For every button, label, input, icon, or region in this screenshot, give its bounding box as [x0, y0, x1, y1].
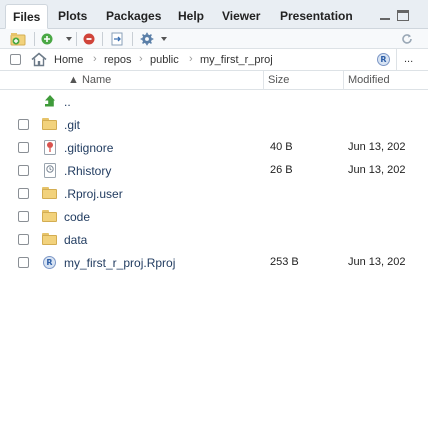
table-row: .Rproj.user: [0, 182, 428, 205]
tab-viewer[interactable]: Viewer: [215, 4, 267, 29]
home-icon[interactable]: [31, 52, 47, 67]
column-header-size[interactable]: Size: [268, 74, 289, 86]
file-size: 26 B: [270, 164, 293, 176]
files-toolbar: [0, 29, 428, 49]
tab-plots[interactable]: Plots: [51, 4, 94, 29]
tab-presentation[interactable]: Presentation: [273, 4, 360, 29]
folder-icon: [42, 187, 58, 200]
file-name-link[interactable]: my_first_r_proj.Rproj: [64, 256, 175, 270]
breadcrumb-separator: ›: [93, 53, 97, 65]
file-name-link[interactable]: .git: [64, 118, 80, 132]
file-modified: Jun 13, 202: [348, 256, 406, 268]
row-checkbox[interactable]: [18, 257, 29, 268]
column-header-name[interactable]: ▲ Name: [68, 74, 111, 86]
row-checkbox[interactable]: [18, 211, 29, 222]
breadcrumb-separator: ›: [139, 53, 143, 65]
file-modified: Jun 13, 202: [348, 164, 406, 176]
new-folder-icon[interactable]: [10, 32, 30, 46]
more-menu-chevron-icon[interactable]: [161, 37, 167, 41]
new-blank-file-icon[interactable]: [40, 32, 54, 46]
folder-icon: [42, 118, 58, 131]
file-name-link[interactable]: data: [64, 233, 87, 247]
row-checkbox[interactable]: [18, 119, 29, 130]
table-row: .gitignore 40 B Jun 13, 202: [0, 136, 428, 159]
breadcrumb-home[interactable]: Home: [54, 54, 83, 66]
column-header-modified[interactable]: Modified: [348, 74, 390, 86]
breadcrumb-repos[interactable]: repos: [104, 54, 132, 66]
breadcrumb-separator: ›: [189, 53, 193, 65]
minimize-pane-icon[interactable]: [379, 10, 391, 21]
file-modified: Jun 13, 202: [348, 141, 406, 153]
file-name-link[interactable]: code: [64, 210, 90, 224]
folder-icon: [42, 210, 58, 223]
history-file-icon: [44, 163, 56, 178]
file-size: 40 B: [270, 141, 293, 153]
parent-directory-link[interactable]: ..: [64, 95, 71, 109]
row-checkbox[interactable]: [18, 165, 29, 176]
file-name-link[interactable]: .Rproj.user: [64, 187, 123, 201]
gear-icon[interactable]: [139, 32, 155, 46]
tab-help[interactable]: Help: [171, 4, 211, 29]
rename-file-icon[interactable]: [109, 32, 125, 46]
table-row: .Rhistory 26 B Jun 13, 202: [0, 159, 428, 182]
maximize-pane-icon[interactable]: [397, 10, 409, 21]
more-path-button[interactable]: ...: [404, 53, 413, 65]
select-all-checkbox[interactable]: [10, 54, 21, 65]
row-checkbox[interactable]: [18, 142, 29, 153]
delete-file-icon[interactable]: [82, 32, 96, 46]
project-r-logo-icon[interactable]: R: [377, 53, 390, 66]
refresh-icon[interactable]: [400, 32, 414, 46]
file-size: 253 B: [270, 256, 299, 268]
breadcrumb-public[interactable]: public: [150, 54, 179, 66]
parent-directory-row[interactable]: ..: [0, 90, 428, 113]
tab-files[interactable]: Files: [5, 4, 49, 29]
table-row: data: [0, 228, 428, 251]
up-arrow-icon: [45, 95, 55, 107]
row-checkbox[interactable]: [18, 234, 29, 245]
row-checkbox[interactable]: [18, 188, 29, 199]
pane-tabbar: Files Plots Packages Help Viewer Present…: [0, 0, 428, 29]
new-file-menu-chevron-icon[interactable]: [66, 37, 72, 41]
breadcrumb-current: my_first_r_proj: [200, 54, 273, 66]
breadcrumb: Home › repos › public › my_first_r_proj …: [0, 49, 428, 71]
tab-packages[interactable]: Packages: [99, 4, 168, 29]
table-row: code: [0, 205, 428, 228]
file-name-link[interactable]: .gitignore: [64, 141, 113, 155]
rproj-file-icon: R: [43, 256, 56, 269]
file-name-link[interactable]: .Rhistory: [64, 164, 111, 178]
table-row: .git: [0, 113, 428, 136]
file-list-header: ▲ Name Size Modified: [0, 71, 428, 90]
folder-icon: [42, 233, 58, 246]
gitignore-file-icon: [44, 140, 56, 155]
table-row: R my_first_r_proj.Rproj 253 B Jun 13, 20…: [0, 251, 428, 274]
